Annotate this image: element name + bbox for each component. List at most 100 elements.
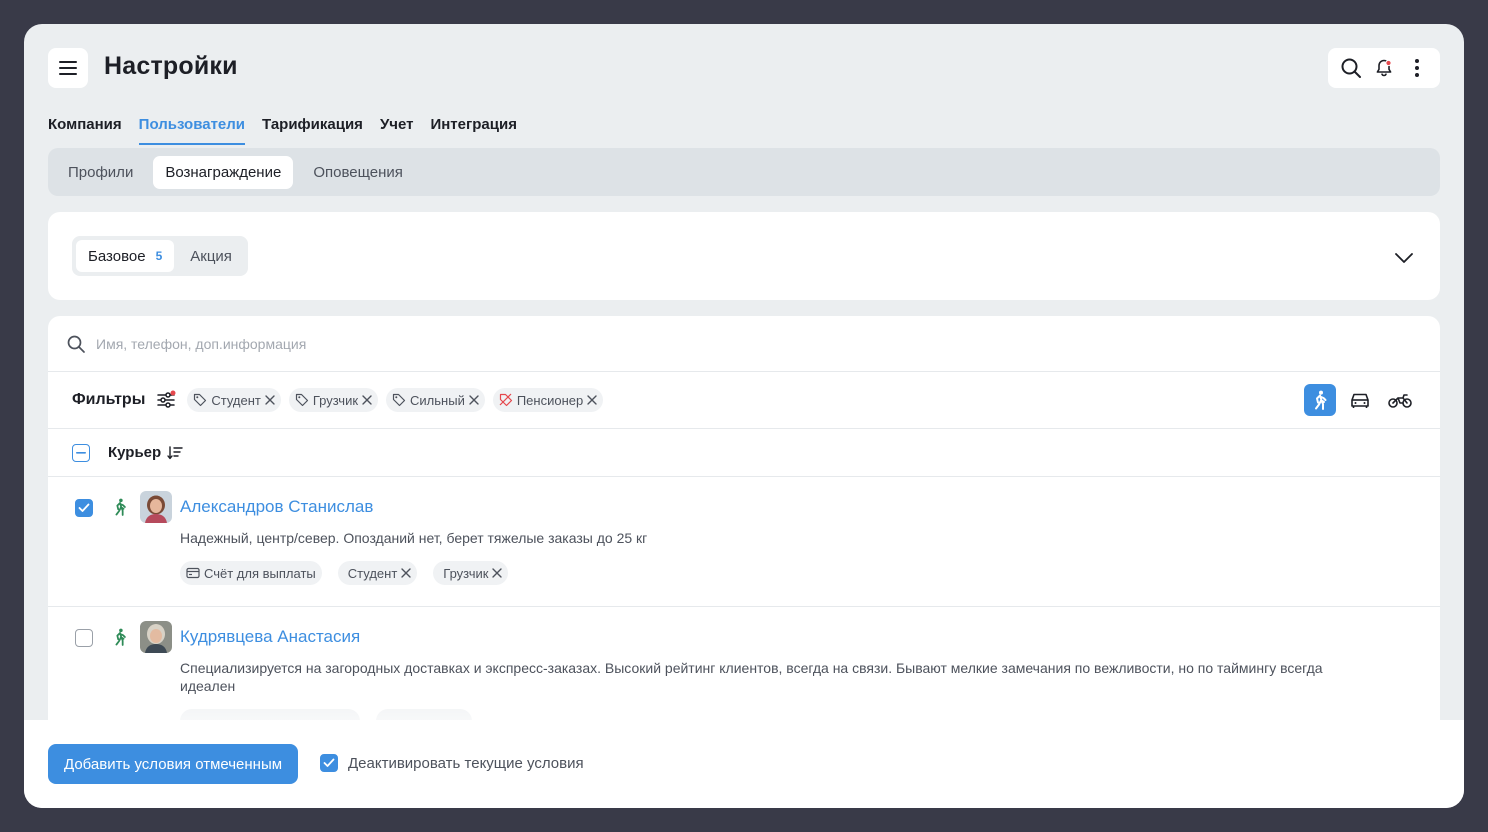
filter-chip-strong: Сильный (386, 388, 485, 412)
chevron-down-icon (1395, 253, 1413, 263)
tag-student: Студент (337, 561, 418, 585)
transport-filter (1304, 384, 1416, 416)
avatar (140, 491, 172, 523)
page-title: Настройки (104, 52, 238, 80)
courier-name-link[interactable]: Кудрявцева Анастасия (180, 627, 360, 647)
collapse-button[interactable] (1392, 246, 1416, 270)
tag-icon (194, 393, 207, 407)
bell-icon (1376, 59, 1392, 77)
notifications-button[interactable] (1370, 54, 1398, 82)
walking-person-icon (1315, 390, 1327, 410)
transport-bike-button[interactable] (1384, 384, 1416, 416)
segment-base[interactable]: Базовое 5 (76, 240, 175, 272)
search-icon (67, 335, 85, 353)
remove-tag-button[interactable] (492, 568, 503, 578)
sub-tabs: Профили Вознаграждение Оповещения (48, 148, 1440, 196)
chip-label: Счёт для выплаты (204, 565, 316, 581)
tab-tariffs[interactable]: Тарификация (262, 116, 363, 145)
courier-name-link[interactable]: Александров Станислав (180, 497, 373, 517)
add-conditions-button[interactable]: Добавить условия отмеченным (48, 744, 299, 784)
courier-tags: Счёт для выплаты Студент Грузчик (180, 561, 516, 585)
filters-label: Фильтры (72, 391, 146, 408)
search-button[interactable] (1337, 54, 1365, 82)
avatar (140, 621, 172, 653)
filter-chip-student: Студент (187, 388, 281, 412)
reward-type-toggle: Базовое 5 Акция (72, 236, 248, 276)
sort-button[interactable] (167, 445, 183, 460)
tag-icon (295, 393, 308, 407)
hamburger-icon (59, 61, 77, 75)
deactivate-label[interactable]: Деактивировать текущие условия (348, 755, 584, 772)
list-header: Курьер (48, 429, 1440, 477)
minus-icon (76, 451, 86, 454)
tag-loader: Грузчик (433, 561, 509, 585)
close-icon (401, 568, 411, 578)
filters-settings-button[interactable] (155, 389, 177, 411)
main-tabs: Компания Пользователи Тарификация Учет И… (48, 116, 517, 145)
motorbike-icon (1388, 394, 1412, 408)
courier-description: Специализируется на загородных доставках… (180, 660, 1323, 694)
deactivate-option: Деактивировать текущие условия (320, 754, 584, 772)
search-icon (1341, 58, 1361, 78)
segment-base-count: 5 (155, 249, 163, 263)
checkmark-icon (323, 758, 335, 767)
remove-filter-button[interactable] (362, 395, 372, 405)
close-icon (492, 568, 503, 578)
segment-base-label: Базовое (88, 247, 146, 265)
transport-walk-button[interactable] (1304, 384, 1336, 416)
subtab-rewards[interactable]: Вознаграждение (153, 155, 294, 189)
search-bar (48, 316, 1440, 372)
close-icon (469, 395, 479, 405)
tab-accounting[interactable]: Учет (380, 116, 414, 145)
settings-window: Настройки Компания Пользователи Тарифика… (24, 24, 1464, 808)
transport-car-button[interactable] (1344, 384, 1376, 416)
chip-label: Грузчик (443, 565, 489, 581)
walking-person-icon (115, 628, 126, 646)
walking-person-icon (115, 498, 126, 516)
couriers-list-card: Фильтры Студент Грузчик (48, 316, 1440, 736)
more-vertical-icon (1415, 59, 1420, 77)
chip-label: Грузчик (312, 392, 359, 408)
row-checkbox[interactable] (75, 499, 93, 517)
reward-card: Базовое 5 Акция (48, 212, 1440, 300)
row-checkbox[interactable] (75, 629, 93, 647)
tab-users[interactable]: Пользователи (138, 116, 246, 145)
sort-icon (167, 445, 183, 459)
close-icon (587, 395, 597, 405)
top-actions (1328, 48, 1440, 88)
segment-promo[interactable]: Акция (178, 240, 244, 272)
footer-bar: Добавить условия отмеченным Деактивирова… (24, 720, 1464, 808)
remove-filter-button[interactable] (265, 395, 275, 405)
search-input[interactable] (96, 335, 696, 352)
courier-description: Надежный, центр/север. Опозданий нет, бе… (180, 530, 648, 546)
list-item: Кудрявцева Анастасия Специализируется на… (48, 607, 1440, 736)
close-icon (265, 395, 275, 405)
remove-filter-button[interactable] (469, 395, 479, 405)
tag-excluded-icon (499, 393, 512, 407)
chip-label: Сильный (410, 392, 465, 408)
more-button[interactable] (1403, 54, 1431, 82)
filter-chip-pensioner: Пенсионер (492, 388, 604, 412)
chip-label: Студент (347, 565, 398, 581)
select-all-checkbox[interactable] (72, 443, 90, 462)
tag-payout-account: Счёт для выплаты (180, 561, 322, 585)
courier-column-title: Курьер (108, 444, 162, 461)
chip-label: Студент (211, 392, 261, 408)
remove-tag-button[interactable] (401, 568, 411, 578)
sliders-icon (157, 390, 176, 408)
filters-bar: Фильтры Студент Грузчик Сильный Пенсионе… (48, 372, 1440, 429)
remove-filter-button[interactable] (587, 395, 597, 405)
card-icon (186, 567, 200, 579)
menu-button[interactable] (48, 48, 88, 88)
chip-label: Пенсионер (516, 392, 584, 408)
tab-company[interactable]: Компания (48, 116, 122, 145)
tag-icon (392, 393, 406, 407)
deactivate-checkbox[interactable] (320, 754, 338, 772)
filter-chip-loader: Грузчик (288, 388, 379, 412)
car-icon (1351, 393, 1369, 408)
checkmark-icon (78, 503, 90, 512)
close-icon (362, 395, 372, 405)
subtab-profiles[interactable]: Профили (56, 156, 145, 189)
tab-integration[interactable]: Интеграция (430, 116, 516, 145)
subtab-notifications[interactable]: Оповещения (301, 156, 415, 189)
